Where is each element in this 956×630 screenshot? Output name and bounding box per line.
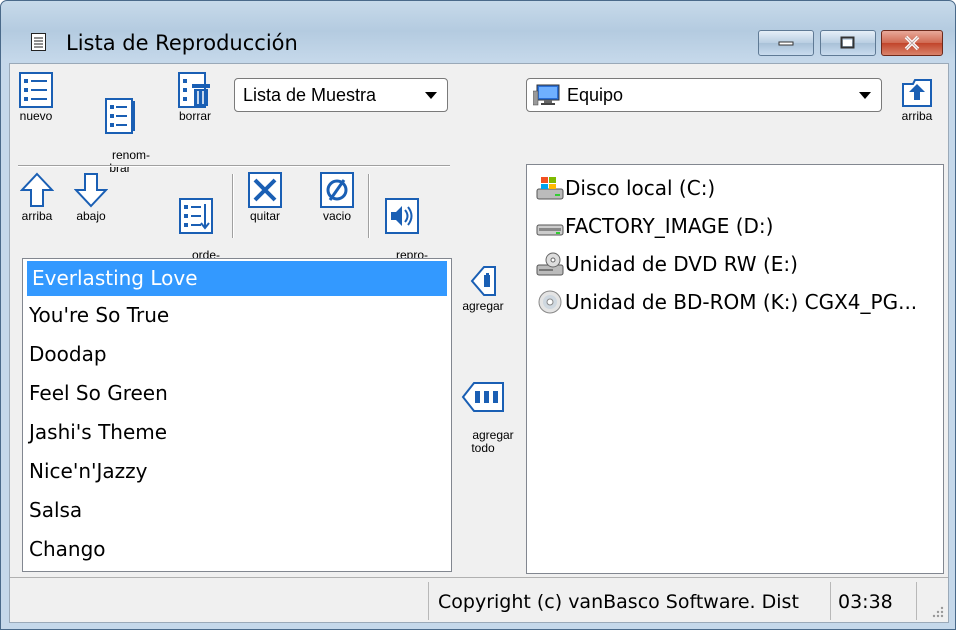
song-item[interactable]: Jashi's Theme (23, 413, 451, 452)
drive-label: FACTORY_IMAGE (D:) (565, 214, 774, 238)
chevron-down-icon (859, 92, 871, 99)
maximize-button[interactable] (820, 30, 876, 56)
quitar-button[interactable]: quitar (240, 172, 290, 223)
client-area: nuevo renom- brar borrar Lista de Muestr… (9, 63, 949, 623)
toolbar-separator (232, 174, 234, 238)
vacio-button[interactable]: vacio (312, 172, 362, 223)
play-sound-icon (385, 198, 419, 234)
playlist-window: Lista de Reproducción nuevo renom- brar … (0, 0, 956, 630)
song-item[interactable]: Feel So Green (23, 374, 451, 413)
folder-up-button[interactable]: arriba (892, 74, 942, 123)
agregar-todo-label: agregar todo (471, 428, 514, 455)
delete-list-icon (178, 72, 210, 108)
nuevo-label: nuevo (19, 109, 53, 123)
drive-item[interactable]: Disco local (C:) (527, 169, 943, 207)
drive-item[interactable]: FACTORY_IMAGE (D:) (527, 207, 943, 245)
renombrar-label: renom- brar (109, 148, 151, 175)
status-copyright: Copyright (c) vanBasco Software. Dist (438, 591, 799, 613)
playlist-app-icon (31, 33, 46, 51)
minimize-button[interactable] (758, 30, 814, 56)
optical-disc-icon (538, 290, 562, 314)
toolbar-separator (368, 174, 370, 238)
minimize-icon (778, 41, 794, 46)
drive-label: Disco local (C:) (565, 176, 716, 200)
status-divider (916, 582, 917, 620)
sort-icon (179, 198, 213, 234)
add-arrow-icon (470, 266, 496, 296)
arrow-down-icon (74, 173, 108, 208)
arrow-up-icon (20, 172, 54, 207)
folder-up-label: arriba (901, 109, 933, 123)
song-list: Everlasting Love You're So True Doodap Feel… (23, 261, 451, 569)
agregar-todo-button[interactable]: agregar todo (450, 354, 516, 468)
song-item[interactable]: Doodap (23, 335, 451, 374)
status-divider (830, 582, 831, 620)
close-button[interactable] (881, 30, 943, 56)
playlist-select[interactable]: Lista de Muestra (234, 78, 448, 112)
agregar-label: agregar (462, 299, 504, 313)
location-select-value: Equipo (567, 84, 624, 105)
status-time: 03:38 (838, 591, 893, 613)
song-item[interactable]: Nice'n'Jazzy (23, 452, 451, 491)
borrar-button[interactable]: borrar (170, 72, 220, 123)
chevron-down-icon (425, 92, 437, 99)
song-item[interactable]: Salsa (23, 491, 451, 530)
move-down-button[interactable]: abajo (68, 172, 114, 223)
playlist-select-value: Lista de Muestra (243, 84, 377, 105)
nuevo-button[interactable]: nuevo (14, 72, 58, 123)
resize-grip-icon[interactable] (932, 606, 944, 618)
rename-list-icon (105, 98, 135, 134)
folder-up-icon (902, 79, 932, 107)
empty-icon (320, 172, 354, 208)
quitar-label: quitar (249, 209, 281, 223)
drive-item[interactable]: Unidad de DVD RW (E:) (527, 245, 943, 283)
move-up-button[interactable]: arriba (14, 172, 60, 223)
drive-label: Unidad de DVD RW (E:) (565, 252, 798, 276)
status-bar: Copyright (c) vanBasco Software. Dist 03… (10, 577, 948, 622)
song-item[interactable]: Chango (23, 530, 451, 569)
dvd-drive-icon (536, 252, 564, 276)
window-title: Lista de Reproducción (66, 31, 298, 55)
borrar-label: borrar (178, 109, 211, 123)
move-down-label: abajo (76, 209, 106, 223)
playlist-listbox[interactable]: Everlasting Love You're So True Doodap Feel… (22, 258, 452, 572)
agregar-button[interactable]: agregar (452, 264, 514, 313)
maximize-icon (840, 36, 855, 49)
drive-label: Unidad de BD-ROM (K:) CGX4_PG... (565, 290, 918, 314)
add-all-arrow-icon (461, 382, 504, 412)
renombrar-button[interactable]: renom- brar (92, 72, 151, 188)
toolbar-divider (18, 165, 450, 167)
drive-listbox[interactable]: Disco local (C:) FACTORY_IMAGE (D:) Unid… (526, 164, 944, 574)
close-icon (904, 35, 920, 51)
new-list-icon (19, 72, 53, 108)
location-select[interactable]: Equipo (526, 78, 882, 112)
drive-item[interactable]: Unidad de BD-ROM (K:) CGX4_PG... (527, 283, 943, 321)
status-divider (428, 582, 429, 620)
remove-icon (248, 172, 282, 208)
vacio-label: vacio (322, 209, 351, 223)
song-item[interactable]: Everlasting Love (27, 261, 447, 296)
song-item[interactable]: You're So True (23, 296, 451, 335)
move-up-label: arriba (21, 209, 53, 223)
computer-icon (533, 84, 560, 106)
title-bar[interactable]: Lista de Reproducción (1, 1, 955, 63)
local-disk-icon (536, 177, 564, 200)
drive-icon (536, 224, 564, 236)
